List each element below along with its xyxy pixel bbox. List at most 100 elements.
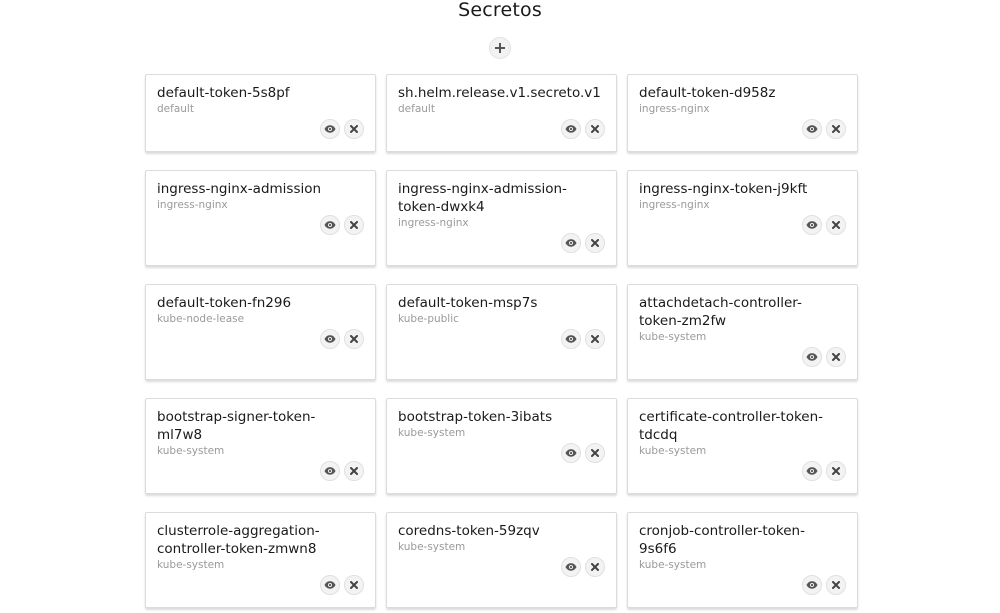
card-actions <box>398 233 605 253</box>
delete-secret-button[interactable] <box>826 461 846 481</box>
secret-card: ingress-nginx-admission-token-dwxk4 ingre… <box>386 170 617 266</box>
close-icon <box>350 335 358 343</box>
close-icon <box>591 449 599 457</box>
secret-card: certificate-controller-token-tdcdq kube-s… <box>627 398 858 494</box>
secret-name: default-token-5s8pf <box>157 85 290 101</box>
delete-secret-button[interactable] <box>585 443 605 463</box>
view-secret-button[interactable] <box>561 329 581 349</box>
eye-icon <box>565 335 577 343</box>
close-icon <box>350 467 358 475</box>
delete-secret-button[interactable] <box>585 557 605 577</box>
view-secret-button[interactable] <box>561 233 581 253</box>
view-secret-button[interactable] <box>802 119 822 139</box>
delete-secret-button[interactable] <box>826 215 846 235</box>
eye-icon <box>565 125 577 133</box>
secrets-grid: default-token-5s8pf default sh.helm.releas… <box>145 74 858 608</box>
secret-namespace: kube-system <box>157 559 225 571</box>
card-actions <box>157 329 364 349</box>
secret-card: attachdetach-controller-token-zm2fw kube-… <box>627 284 858 380</box>
view-secret-button[interactable] <box>802 347 822 367</box>
secret-namespace: ingress-nginx <box>639 199 710 211</box>
secret-name: bootstrap-signer-token-ml7w8 <box>157 409 316 443</box>
view-secret-button[interactable] <box>320 215 340 235</box>
eye-icon <box>324 467 336 475</box>
delete-secret-button[interactable] <box>585 233 605 253</box>
secret-name: clusterrole-aggregation-controller-token… <box>157 523 320 557</box>
secret-name: cronjob-controller-token-9s6f6 <box>639 523 805 557</box>
eye-icon <box>565 563 577 571</box>
secret-card: default-token-5s8pf default <box>145 74 376 152</box>
page-title: Secretos <box>458 0 542 21</box>
secret-card: default-token-msp7s kube-public <box>386 284 617 380</box>
view-secret-button[interactable] <box>320 119 340 139</box>
secret-name: sh.helm.release.v1.secreto.v1 <box>398 85 601 101</box>
secret-card: clusterrole-aggregation-controller-token… <box>145 512 376 608</box>
view-secret-button[interactable] <box>561 557 581 577</box>
view-secret-button[interactable] <box>802 575 822 595</box>
delete-secret-button[interactable] <box>344 329 364 349</box>
card-actions <box>157 119 364 139</box>
secret-card: ingress-nginx-admission ingress-nginx <box>145 170 376 266</box>
secret-namespace: default <box>157 103 194 115</box>
close-icon <box>832 353 840 361</box>
delete-secret-button[interactable] <box>826 575 846 595</box>
secret-name: default-token-msp7s <box>398 295 538 311</box>
close-icon <box>350 581 358 589</box>
card-actions <box>157 215 364 235</box>
eye-icon <box>324 221 336 229</box>
view-secret-button[interactable] <box>320 461 340 481</box>
delete-secret-button[interactable] <box>585 329 605 349</box>
close-icon <box>832 581 840 589</box>
close-icon <box>591 125 599 133</box>
secret-card: bootstrap-token-3ibats kube-system <box>386 398 617 494</box>
card-actions <box>639 461 846 481</box>
card-actions <box>639 215 846 235</box>
secret-namespace: ingress-nginx <box>157 199 228 211</box>
add-secret-button[interactable] <box>489 37 511 59</box>
secret-card: ingress-nginx-token-j9kft ingress-nginx <box>627 170 858 266</box>
secret-name: coredns-token-59zqv <box>398 523 540 539</box>
secret-namespace: default <box>398 103 435 115</box>
eye-icon <box>806 221 818 229</box>
view-secret-button[interactable] <box>802 215 822 235</box>
view-secret-button[interactable] <box>561 119 581 139</box>
delete-secret-button[interactable] <box>344 215 364 235</box>
view-secret-button[interactable] <box>561 443 581 463</box>
secret-name: default-token-fn296 <box>157 295 292 311</box>
eye-icon <box>806 467 818 475</box>
close-icon <box>832 221 840 229</box>
close-icon <box>832 125 840 133</box>
view-secret-button[interactable] <box>320 575 340 595</box>
secret-name: ingress-nginx-admission-token-dwxk4 <box>398 181 567 215</box>
eye-icon <box>806 353 818 361</box>
view-secret-button[interactable] <box>320 329 340 349</box>
delete-secret-button[interactable] <box>585 119 605 139</box>
delete-secret-button[interactable] <box>344 461 364 481</box>
secret-namespace: kube-system <box>398 427 466 439</box>
delete-secret-button[interactable] <box>826 347 846 367</box>
delete-secret-button[interactable] <box>344 119 364 139</box>
secret-namespace: kube-system <box>639 331 707 343</box>
secret-name: default-token-d958z <box>639 85 776 101</box>
card-actions <box>639 119 846 139</box>
close-icon <box>591 335 599 343</box>
close-icon <box>350 125 358 133</box>
secret-namespace: kube-public <box>398 313 459 325</box>
plus-icon <box>495 43 505 53</box>
card-actions <box>398 557 605 577</box>
view-secret-button[interactable] <box>802 461 822 481</box>
eye-icon <box>565 449 577 457</box>
close-icon <box>591 239 599 247</box>
secret-name: attachdetach-controller-token-zm2fw <box>639 295 802 329</box>
secret-namespace: kube-system <box>639 445 707 457</box>
secret-namespace: kube-system <box>398 541 466 553</box>
secret-namespace: ingress-nginx <box>398 217 469 229</box>
delete-secret-button[interactable] <box>826 119 846 139</box>
secret-namespace: kube-system <box>157 445 225 457</box>
secret-name: ingress-nginx-token-j9kft <box>639 181 808 197</box>
secret-namespace: kube-system <box>639 559 707 571</box>
secret-namespace: kube-node-lease <box>157 313 245 325</box>
close-icon <box>591 563 599 571</box>
delete-secret-button[interactable] <box>344 575 364 595</box>
secret-card: cronjob-controller-token-9s6f6 kube-syste… <box>627 512 858 608</box>
